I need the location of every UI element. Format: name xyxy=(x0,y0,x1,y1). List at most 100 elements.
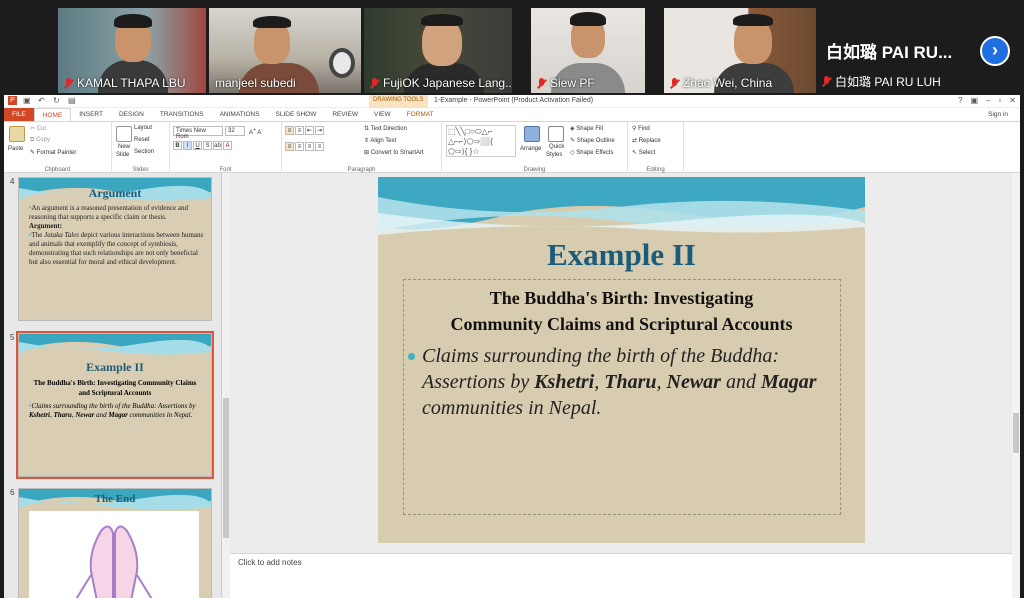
undo-icon[interactable]: ↶ xyxy=(38,96,47,105)
format-painter-button[interactable]: ✎ Format Painter xyxy=(30,149,76,156)
align-right-icon[interactable]: ≡ xyxy=(305,142,314,151)
paste-button[interactable]: Paste xyxy=(8,146,23,152)
select-button[interactable]: ↖ Select xyxy=(632,149,655,156)
clipboard-group: Paste ✂ Cut ⧉ Copy ✎ Format Painter Clip… xyxy=(4,122,112,174)
bullets-icon[interactable]: ≡ xyxy=(285,126,294,135)
tab-format[interactable]: FORMAT xyxy=(399,108,442,121)
shape-effects-button[interactable]: ◇ Shape Effects xyxy=(570,149,614,156)
bold-button[interactable]: B xyxy=(173,141,182,150)
slide-title[interactable]: Example II xyxy=(378,237,865,273)
section-button[interactable]: Section xyxy=(134,149,154,155)
smartart-icon: ⊞ xyxy=(364,150,370,156)
increase-indent-icon[interactable]: ⇥ xyxy=(315,126,324,135)
arrange-icon[interactable] xyxy=(524,126,540,142)
start-slideshow-icon[interactable]: ▤ xyxy=(68,96,77,105)
canvas-scrollbar[interactable] xyxy=(1012,173,1020,598)
slide-thumbnail-pane[interactable]: 4 Argument •An argument is a reasoned pr… xyxy=(4,173,222,598)
tab-file[interactable]: FILE xyxy=(4,108,34,121)
scroll-thumb[interactable] xyxy=(1013,413,1019,453)
tab-insert[interactable]: INSERT xyxy=(71,108,111,121)
reset-button[interactable]: Reset xyxy=(134,137,150,143)
list-buttons[interactable]: ≡ ≡ ⇤ ⇥ xyxy=(285,126,325,135)
font-color-icon[interactable]: A xyxy=(223,141,232,150)
slide-bullet-text[interactable]: Claims surrounding the birth of the Budd… xyxy=(408,343,828,421)
cut-button[interactable]: ✂ Cut xyxy=(30,125,46,132)
tab-design[interactable]: DESIGN xyxy=(111,108,152,121)
quick-styles-button-label[interactable]: Styles xyxy=(546,152,562,158)
thumbnail-scrollbar[interactable] xyxy=(222,173,230,598)
shapes-gallery[interactable]: ⬚╲╲□○⬭△⌐ △⌐⌐⟩⬠⇨⬜{⬠⇨⟩{ }☆ xyxy=(446,125,516,157)
save-icon[interactable]: ▣ xyxy=(23,96,32,105)
align-left-icon[interactable]: ≡ xyxy=(285,142,294,151)
numbering-icon[interactable]: ≡ xyxy=(295,126,304,135)
redo-icon[interactable]: ↻ xyxy=(53,96,62,105)
window-title: 1-Example - PowerPoint (Product Activati… xyxy=(434,97,594,104)
participant-tile[interactable]: KAMAL THAPA LBU xyxy=(58,8,206,93)
slide-subtitle[interactable]: The Buddha's Birth: Investigating Communi… xyxy=(378,285,865,337)
contextual-tab-label: DRAWING TOOLS xyxy=(369,95,428,108)
participant-display-name: 白如璐 PAI RU... xyxy=(826,43,953,62)
strikethrough-button[interactable]: ab xyxy=(213,141,222,150)
current-slide[interactable]: Example II The Buddha's Birth: Investiga… xyxy=(378,177,865,543)
copy-button[interactable]: ⧉ Copy xyxy=(30,137,50,144)
sign-in-link[interactable]: Sign in xyxy=(980,108,1016,121)
notes-pane[interactable]: Click to add notes xyxy=(230,553,1012,598)
align-center-icon[interactable]: ≡ xyxy=(295,142,304,151)
quick-styles-icon[interactable] xyxy=(548,126,564,142)
new-slide-icon[interactable] xyxy=(116,126,132,142)
alignment-buttons[interactable]: ≡ ≡ ≡ ≡ xyxy=(285,142,325,151)
participant-tile-name-only[interactable]: 白如璐 PAI RU... 白如璐 PAI RU LUH xyxy=(820,8,970,93)
tab-slide-show[interactable]: SLIDE SHOW xyxy=(268,108,325,121)
slides-group: New Slide Layout Reset Section Slides xyxy=(112,122,170,174)
tab-home[interactable]: HOME xyxy=(33,108,72,121)
underline-button[interactable]: U xyxy=(193,141,202,150)
font-style-buttons[interactable]: B I U Sab A xyxy=(173,141,233,150)
new-slide-button[interactable]: New xyxy=(118,144,130,150)
paste-icon[interactable] xyxy=(9,126,25,142)
layout-button[interactable]: Layout xyxy=(134,125,152,131)
slide-editing-canvas[interactable]: Example II The Buddha's Birth: Investiga… xyxy=(230,173,1020,553)
minimize-button[interactable]: – xyxy=(986,96,990,105)
slide-thumbnail-selected[interactable]: Example II The Buddha's Birth: Investiga… xyxy=(16,331,214,479)
font-name-select[interactable]: Times New Rom xyxy=(173,126,223,140)
align-text-button[interactable]: ⇕ Align Text xyxy=(364,137,396,144)
shadow-button[interactable]: S xyxy=(203,141,212,150)
ribbon-options-icon[interactable]: ▣ xyxy=(970,96,978,105)
ribbon: Paste ✂ Cut ⧉ Copy ✎ Format Painter Clip… xyxy=(4,121,1020,174)
shape-outline-button[interactable]: ✎ Shape Outline xyxy=(570,137,615,144)
tab-animations[interactable]: ANIMATIONS xyxy=(212,108,268,121)
justify-icon[interactable]: ≡ xyxy=(315,142,324,151)
tab-transitions[interactable]: TRANSITIONS xyxy=(152,108,212,121)
window-controls: ? ▣ – ▫ ✕ xyxy=(958,96,1016,105)
decrease-indent-icon[interactable]: ⇤ xyxy=(305,126,314,135)
tab-review[interactable]: REVIEW xyxy=(324,108,366,121)
slide-thumbnail[interactable]: Argument •An argument is a reasoned pres… xyxy=(18,177,212,321)
praying-hands-image xyxy=(29,511,199,598)
replace-button[interactable]: ⇄ Replace xyxy=(632,137,661,144)
scroll-thumb[interactable] xyxy=(223,398,229,538)
maximize-button[interactable]: ▫ xyxy=(998,96,1001,105)
participant-tile[interactable]: FujiOK Japanese Lang... xyxy=(364,8,512,93)
italic-button[interactable]: I xyxy=(183,141,192,150)
help-icon[interactable]: ? xyxy=(958,96,962,105)
next-page-button[interactable]: › xyxy=(980,36,1010,66)
participant-tile-active[interactable]: manjeel subedi xyxy=(209,8,361,93)
paint-bucket-icon: ◈ xyxy=(570,126,575,132)
slide-thumbnail[interactable]: The End xyxy=(18,488,212,598)
chevron-right-icon: › xyxy=(992,40,998,60)
font-size-select[interactable]: 32 xyxy=(225,126,245,136)
find-button[interactable]: ⚲ Find xyxy=(632,125,650,132)
participant-name: FujiOK Japanese Lang... xyxy=(383,76,512,90)
participant-tile[interactable]: Siew PF xyxy=(531,8,645,93)
participant-name: 白如璐 PAI RU LUH xyxy=(835,75,941,89)
tab-view[interactable]: VIEW xyxy=(366,108,399,121)
text-direction-button[interactable]: ⇅ Text Direction xyxy=(364,125,407,132)
convert-smartart-button[interactable]: ⊞ Convert to SmartArt xyxy=(364,149,424,156)
new-slide-button-label[interactable]: Slide xyxy=(116,152,129,158)
arrange-button[interactable]: Arrange xyxy=(520,146,541,152)
shape-fill-button[interactable]: ◈ Shape Fill xyxy=(570,125,603,132)
participant-tile[interactable]: Zhao Wei, China xyxy=(664,8,816,93)
close-button[interactable]: ✕ xyxy=(1009,96,1016,105)
quick-styles-button[interactable]: Quick xyxy=(549,144,564,150)
font-size-buttons[interactable]: A+ A- xyxy=(249,127,263,136)
